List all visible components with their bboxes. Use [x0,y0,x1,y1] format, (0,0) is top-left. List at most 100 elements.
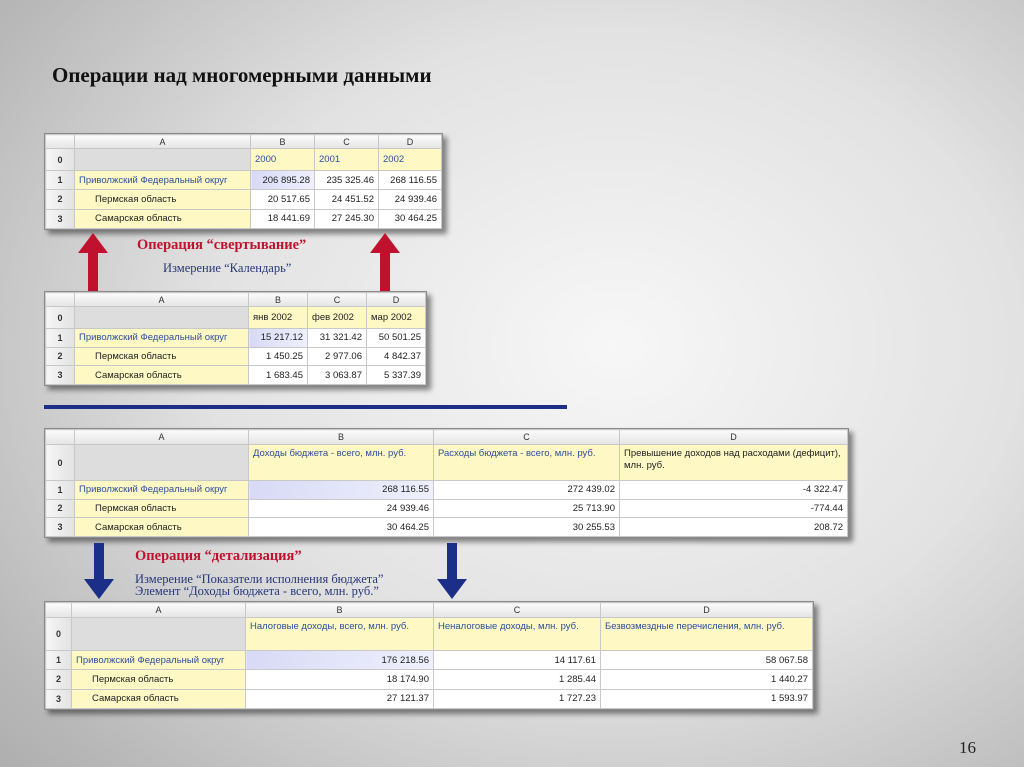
row-label-cell[interactable]: Самарская область [71,688,246,710]
row-number[interactable]: 3 [45,517,75,537]
data-cell[interactable]: 15 217.12 [248,328,308,348]
column-header-cell[interactable]: Превышение доходов над расходами (дефици… [619,444,848,481]
data-cell[interactable]: 14 117.61 [433,649,601,671]
data-cell[interactable]: 27 121.37 [245,688,434,710]
column-header-cell[interactable]: янв 2002 [248,306,308,329]
data-cell[interactable]: 272 439.02 [433,480,620,500]
data-cell[interactable]: 18 441.69 [250,208,315,230]
col-letter[interactable]: A [71,602,246,618]
data-cell[interactable]: 208.72 [619,517,848,537]
row-label-cell[interactable]: Приволжский Федеральный округ [71,649,246,671]
data-cell[interactable]: 2 977.06 [307,346,367,367]
col-letter[interactable]: A [74,292,249,307]
row-number[interactable]: 2 [45,498,75,519]
row-number[interactable]: 3 [45,365,75,385]
column-header-cell[interactable]: 2001 [314,148,379,171]
col-letter[interactable]: B [250,134,315,149]
data-cell[interactable]: 30 464.25 [248,517,434,537]
row-label-cell[interactable]: Пермская область [71,669,246,690]
data-cell[interactable]: 5 337.39 [366,365,426,385]
data-cell[interactable]: 268 116.55 [378,169,442,191]
col-letter[interactable]: B [248,429,434,445]
data-cell[interactable]: 1 440.27 [600,669,813,690]
corner-cell[interactable] [45,602,72,618]
corner-cell[interactable] [45,134,75,149]
cell-a0[interactable] [74,148,251,171]
row-number[interactable]: 2 [45,189,75,210]
data-cell[interactable]: 24 451.52 [314,189,379,210]
data-cell[interactable]: 24 939.46 [248,498,434,519]
data-cell[interactable]: 4 842.37 [366,346,426,367]
col-letter[interactable]: A [74,134,251,149]
data-cell[interactable]: 24 939.46 [378,189,442,210]
data-cell[interactable]: 25 713.90 [433,498,620,519]
data-cell[interactable]: 30 255.53 [433,517,620,537]
data-cell[interactable]: 20 517.65 [250,189,315,210]
row-label-cell[interactable]: Самарская область [74,517,249,537]
data-cell[interactable]: 50 501.25 [366,328,426,348]
col-letter[interactable]: C [307,292,367,307]
column-header-cell[interactable]: Доходы бюджета - всего, млн. руб. [248,444,434,481]
row-number[interactable]: 2 [45,669,72,690]
data-cell[interactable]: 176 218.56 [245,649,434,671]
col-letter[interactable]: C [433,602,601,618]
cell-a0[interactable] [71,617,246,651]
row-number[interactable]: 1 [45,480,75,500]
row-label-cell[interactable]: Приволжский Федеральный округ [74,480,249,500]
col-letter[interactable]: C [314,134,379,149]
data-cell[interactable]: 1 593.97 [600,688,813,710]
row-label-cell[interactable]: Приволжский Федеральный округ [74,169,251,191]
data-cell[interactable]: 1 683.45 [248,365,308,385]
column-header-cell[interactable]: Безвозмездные перечисления, млн. руб. [600,617,813,651]
column-header-cell[interactable]: Неналоговые доходы, млн. руб. [433,617,601,651]
corner-cell[interactable] [45,429,75,445]
data-cell[interactable]: 1 450.25 [248,346,308,367]
data-cell[interactable]: 18 174.90 [245,669,434,690]
row-number[interactable]: 3 [45,208,75,230]
col-letter[interactable]: A [74,429,249,445]
row-label-cell[interactable]: Пермская область [74,498,249,519]
column-header-cell[interactable]: 2002 [378,148,442,171]
data-cell[interactable]: -774.44 [619,498,848,519]
cell-a0[interactable] [74,306,249,329]
row-number[interactable]: 0 [45,148,75,171]
data-cell[interactable]: 58 067.58 [600,649,813,671]
col-letter[interactable]: B [248,292,308,307]
column-header-cell[interactable]: Расходы бюджета - всего, млн. руб. [433,444,620,481]
data-cell[interactable]: 3 063.87 [307,365,367,385]
row-number[interactable]: 2 [45,346,75,367]
row-number[interactable]: 1 [45,649,72,671]
data-cell[interactable]: 30 464.25 [378,208,442,230]
data-cell[interactable]: 206 895.28 [250,169,315,191]
col-letter[interactable]: C [433,429,620,445]
row-number[interactable]: 1 [45,169,75,191]
column-header-cell[interactable]: мар 2002 [366,306,426,329]
row-label-cell[interactable]: Самарская область [74,365,249,385]
data-cell[interactable]: 235 325.46 [314,169,379,191]
data-cell[interactable]: 1 727.23 [433,688,601,710]
data-cell[interactable]: 31 321.42 [307,328,367,348]
row-number[interactable]: 1 [45,328,75,348]
row-number[interactable]: 0 [45,306,75,329]
data-cell[interactable]: 27 245.30 [314,208,379,230]
cell-a0[interactable] [74,444,249,481]
data-cell[interactable]: 1 285.44 [433,669,601,690]
row-label-cell[interactable]: Пермская область [74,346,249,367]
row-number[interactable]: 0 [45,617,72,651]
col-letter[interactable]: D [366,292,426,307]
row-label-cell[interactable]: Приволжский Федеральный округ [74,328,249,348]
col-letter[interactable]: D [600,602,813,618]
row-label-cell[interactable]: Пермская область [74,189,251,210]
row-label-cell[interactable]: Самарская область [74,208,251,230]
row-number[interactable]: 3 [45,688,72,710]
col-letter[interactable]: D [378,134,442,149]
col-letter[interactable]: D [619,429,848,445]
column-header-cell[interactable]: Налоговые доходы, всего, млн. руб. [245,617,434,651]
col-letter[interactable]: B [245,602,434,618]
column-header-cell[interactable]: фев 2002 [307,306,367,329]
data-cell[interactable]: -4 322.47 [619,480,848,500]
row-number[interactable]: 0 [45,444,75,481]
data-cell[interactable]: 268 116.55 [248,480,434,500]
column-header-cell[interactable]: 2000 [250,148,315,171]
corner-cell[interactable] [45,292,75,307]
